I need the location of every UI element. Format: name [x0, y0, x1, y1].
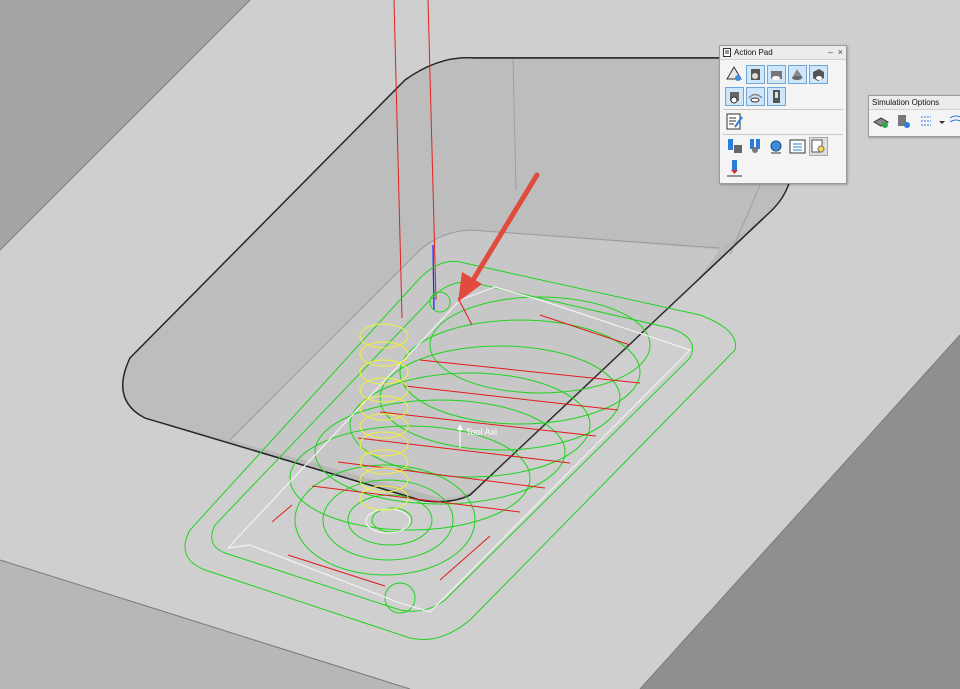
holder-icon[interactable] [746, 137, 765, 156]
inspect-icon[interactable] [809, 137, 828, 156]
cut-depth-icon[interactable] [725, 159, 744, 178]
simulation-options-titlebar[interactable]: Simulation Options [869, 96, 960, 110]
part-view-icon[interactable] [809, 65, 828, 84]
machine-sim-icon[interactable] [746, 65, 765, 84]
tool-list-icon[interactable] [725, 137, 744, 156]
tool-axis-label: Tool Axi [466, 427, 497, 437]
sim-path-icon[interactable] [918, 112, 937, 131]
simulation-options-toolbar: Simulation Options [868, 95, 960, 137]
action-pad-titlebar[interactable]: Action Pad – × [720, 46, 846, 60]
sim-dropdown-icon[interactable] [938, 112, 946, 131]
minimize-button[interactable]: – [828, 46, 833, 58]
action-pad-title: Action Pad [734, 48, 773, 57]
fixture-view-icon[interactable] [788, 65, 807, 84]
separator [723, 109, 843, 110]
list-icon[interactable] [788, 137, 807, 156]
gouge-check-icon[interactable] [767, 87, 786, 106]
sim-extra-icon[interactable] [947, 112, 960, 131]
stock-view-icon[interactable] [767, 65, 786, 84]
toolpath-display-icon[interactable] [746, 87, 765, 106]
separator [723, 134, 843, 135]
simulation-options-title: Simulation Options [872, 98, 940, 107]
tool-view-icon[interactable] [725, 87, 744, 106]
sim-stock-icon[interactable] [872, 112, 891, 131]
analysis-icon[interactable] [767, 137, 786, 156]
action-pad-panel: Action Pad – × [719, 45, 847, 184]
verify-icon[interactable] [725, 65, 744, 84]
edit-operation-icon[interactable] [725, 112, 744, 131]
close-button[interactable]: × [838, 46, 843, 58]
sim-tool-icon[interactable] [894, 112, 913, 131]
action-pad-icon [723, 48, 731, 57]
